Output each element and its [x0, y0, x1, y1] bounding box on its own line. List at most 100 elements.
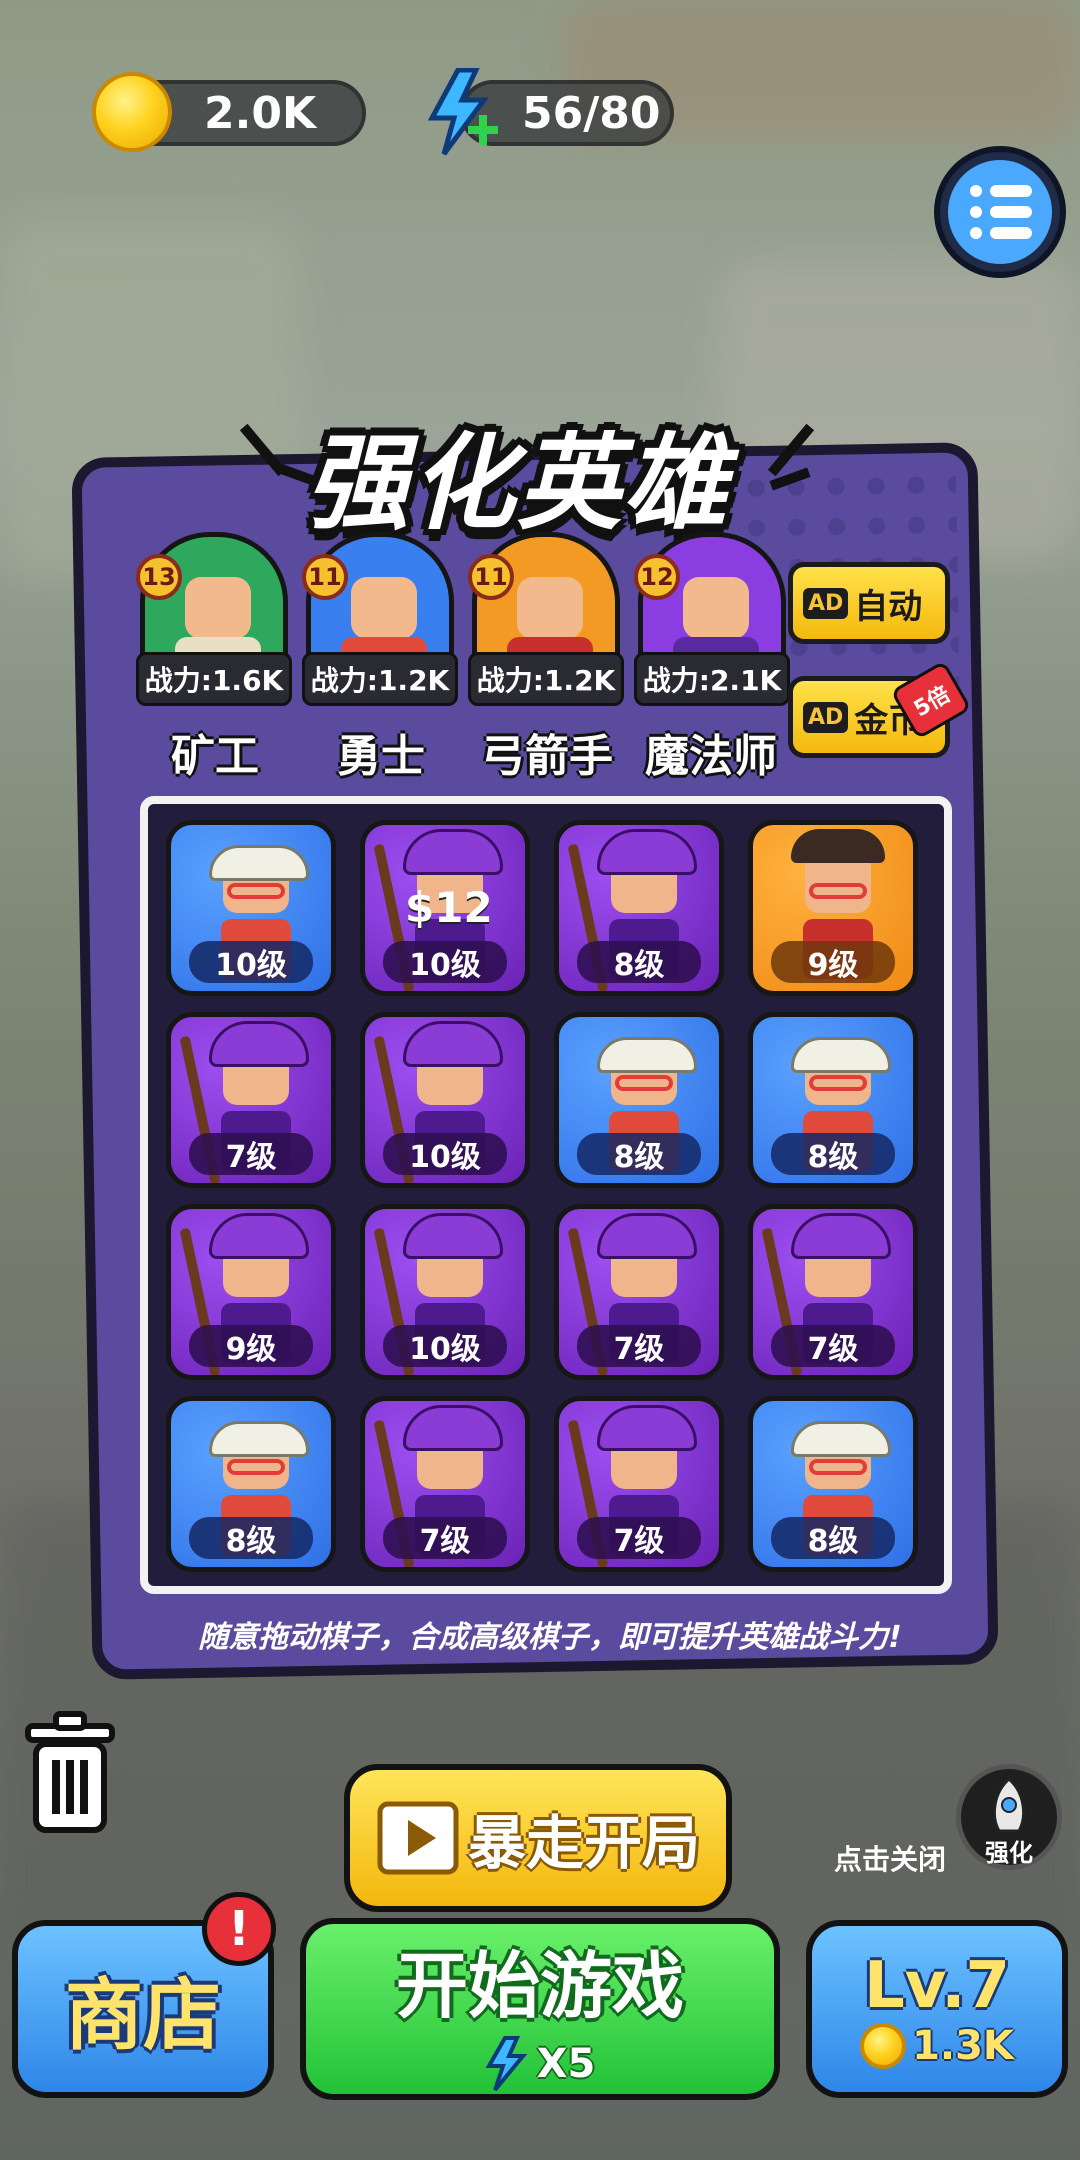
hero-name: 弓箭手 — [481, 731, 613, 782]
start-cost: X5 — [485, 2035, 596, 2092]
coin-icon — [860, 2023, 907, 2069]
hero-power: 战力:1.2K — [468, 652, 624, 706]
coin-amount: 2.0K — [204, 87, 317, 139]
glasses — [615, 1075, 673, 1091]
wizard-hat — [403, 829, 503, 875]
piece-level: 8级 — [771, 1133, 895, 1175]
board-piece-mage[interactable]: 8级 — [554, 820, 724, 996]
piece-level: 8级 — [189, 1517, 313, 1559]
wizard-hat — [403, 1021, 503, 1067]
hero-name: 勇士 — [337, 731, 425, 782]
start-cost-value: X5 — [536, 2040, 596, 2087]
hero-name: 矿工 — [171, 731, 259, 782]
wizard-hat — [597, 1213, 697, 1259]
hero-power: 战力:2.1K — [634, 652, 790, 706]
board-piece-mage[interactable]: 10级 — [360, 1012, 530, 1188]
hero-face — [185, 577, 251, 639]
hero-name: 魔法师 — [645, 731, 777, 782]
notification-badge: ! — [202, 1892, 276, 1966]
wizard-hat — [209, 1021, 309, 1067]
piece-level: 8级 — [577, 941, 701, 983]
board-piece-mage[interactable]: 7级 — [360, 1396, 530, 1572]
video-icon — [377, 1801, 459, 1875]
board-piece-mage[interactable]: 7级 — [748, 1204, 918, 1380]
piece-level: 10级 — [383, 941, 507, 983]
hero-face — [517, 577, 583, 639]
ad-icon: AD — [803, 587, 849, 619]
reward-label: $12 — [405, 883, 493, 932]
hero-face — [683, 577, 749, 639]
piece-level: 7级 — [383, 1517, 507, 1559]
coin-icon — [92, 72, 172, 152]
hero-card-warrior[interactable]: 11 战力:1.2K — [302, 532, 458, 712]
trash-icon[interactable] — [20, 1708, 120, 1838]
board-piece-warrior[interactable]: 8级 — [166, 1396, 336, 1572]
piece-level: 7级 — [189, 1133, 313, 1175]
piece-level: 7级 — [577, 1325, 701, 1367]
hair — [791, 829, 885, 863]
hero-level-badge: 12 — [634, 554, 680, 600]
start-game-button[interactable]: 开始游戏 X5 — [300, 1918, 780, 2100]
headband — [209, 845, 309, 881]
board-piece-warrior[interactable]: 8级 — [748, 1396, 918, 1572]
hero-card-mage[interactable]: 12 战力:2.1K — [634, 532, 790, 712]
wizard-hat — [791, 1213, 891, 1259]
glasses — [227, 1459, 285, 1475]
headband — [209, 1421, 309, 1457]
energy-plus-icon[interactable] — [424, 68, 504, 156]
board-piece-mage[interactable]: 10级 — [360, 1204, 530, 1380]
rush-label: 暴走开局 — [467, 1809, 700, 1877]
board-piece-warrior[interactable]: 10级 — [166, 820, 336, 996]
hero-power: 战力:1.2K — [302, 652, 458, 706]
board-piece-mage[interactable]: 7级 — [554, 1396, 724, 1572]
energy-amount: 56/80 — [522, 87, 661, 139]
piece-level: 9级 — [189, 1325, 313, 1367]
board-piece-warrior[interactable]: 8级 — [748, 1012, 918, 1188]
glasses — [809, 1459, 867, 1475]
piece-level: 8级 — [577, 1133, 701, 1175]
enhance-button[interactable]: 强化 — [956, 1764, 1062, 1870]
rush-start-button[interactable]: 暴走开局 — [344, 1764, 732, 1912]
board-piece-mage[interactable]: 9级 — [166, 1204, 336, 1380]
glasses — [809, 883, 867, 899]
wizard-hat — [403, 1213, 503, 1259]
headband — [791, 1037, 891, 1073]
ad-icon: AD — [803, 701, 849, 733]
hero-level-badge: 11 — [468, 554, 514, 600]
auto-merge-button[interactable]: AD 自动 — [788, 562, 950, 644]
wizard-hat — [597, 829, 697, 875]
board-piece-archer[interactable]: 9级 — [748, 820, 918, 996]
wizard-hat — [209, 1213, 309, 1259]
piece-level: 7级 — [771, 1325, 895, 1367]
hero-face — [351, 577, 417, 639]
auto-label: 自动 — [854, 586, 923, 627]
piece-level: 10级 — [189, 941, 313, 983]
close-hint: 点击关闭 — [834, 1843, 947, 1876]
hero-card-archer[interactable]: 11 战力:1.2K — [468, 532, 624, 712]
glasses — [809, 1075, 867, 1091]
board-piece-warrior[interactable]: 8级 — [554, 1012, 724, 1188]
level-cost-value: 1.3K — [912, 2023, 1014, 2069]
headband — [791, 1421, 891, 1457]
wizard-hat — [597, 1405, 697, 1451]
hero-level-badge: 13 — [136, 554, 182, 600]
board-piece-mage[interactable]: 7级 — [554, 1204, 724, 1380]
piece-level: 7级 — [577, 1517, 701, 1559]
level-up-button[interactable]: Lv.7 1.3K — [806, 1920, 1068, 2098]
board-piece-mage[interactable]: $12 10级 — [360, 820, 530, 996]
menu-icon — [948, 160, 1052, 264]
headband — [597, 1037, 697, 1073]
menu-button[interactable] — [934, 146, 1066, 278]
shop-label: 商店 — [64, 1971, 221, 2061]
start-label: 开始游戏 — [395, 1943, 684, 2028]
panel-title: 强化英雄 — [305, 422, 730, 544]
board-piece-mage[interactable]: 7级 — [166, 1012, 336, 1188]
hero-power: 战力:1.6K — [136, 652, 292, 706]
hero-level-badge: 11 — [302, 554, 348, 600]
enhance-label: 强化 — [985, 1839, 1033, 1867]
hero-card-miner[interactable]: 13 战力:1.6K — [136, 532, 292, 712]
board-hint: 随意拖动棋子，合成高级棋子，即可提升英雄战斗力! — [198, 1620, 902, 1655]
glasses — [227, 883, 285, 899]
piece-level: 10级 — [383, 1133, 507, 1175]
level-cost: 1.3K — [860, 2023, 1014, 2069]
